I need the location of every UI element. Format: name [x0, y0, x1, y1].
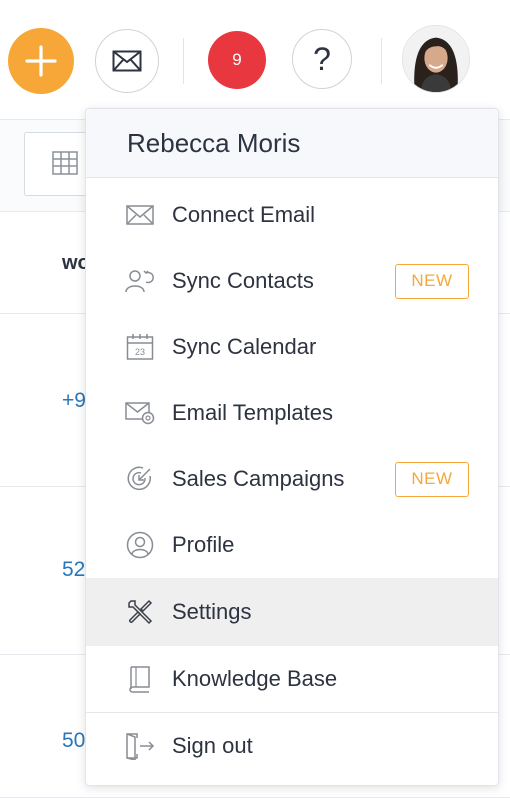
menu-item-label: Sync Contacts	[172, 268, 314, 293]
calendar-icon: 23	[125, 332, 155, 362]
menu-item-label: Email Templates	[172, 400, 333, 425]
top-bar: 9 ?	[0, 0, 510, 120]
toolbar-divider	[381, 38, 382, 84]
phone-link[interactable]: 50	[62, 729, 85, 753]
email-template-icon	[125, 398, 155, 428]
help-button[interactable]: ?	[292, 29, 352, 89]
user-name: Rebecca Moris	[127, 127, 301, 158]
menu-item-label: Settings	[172, 599, 252, 624]
profile-icon	[125, 530, 155, 560]
notification-badge[interactable]: 9	[208, 31, 266, 89]
menu-item-email-templates[interactable]: Email Templates	[86, 380, 498, 446]
toolbar-divider	[183, 38, 184, 84]
avatar[interactable]	[402, 25, 470, 93]
book-icon	[125, 664, 155, 694]
phone-link[interactable]: 52	[62, 558, 85, 582]
menu-item-sync-contacts[interactable]: Sync Contacts NEW	[86, 248, 498, 314]
new-badge: NEW	[395, 461, 469, 497]
add-button[interactable]	[8, 28, 74, 94]
user-menu-dropdown: Rebecca Moris Connect Email Sync Contact…	[85, 108, 499, 786]
menu-item-label: Sales Campaigns	[172, 466, 345, 491]
menu-item-label: Knowledge Base	[172, 666, 338, 691]
phone-link[interactable]: +9	[62, 389, 86, 413]
svg-text:23: 23	[135, 347, 145, 357]
menu-item-knowledge-base[interactable]: Knowledge Base	[86, 646, 498, 712]
menu-item-sales-campaigns[interactable]: Sales Campaigns NEW	[86, 446, 498, 512]
new-badge: NEW	[395, 263, 469, 299]
menu-item-profile[interactable]: Profile	[86, 512, 498, 578]
sync-contacts-icon	[125, 266, 155, 296]
envelope-icon	[125, 200, 155, 230]
menu-item-label: Sync Calendar	[172, 334, 317, 359]
menu-item-connect-email[interactable]: Connect Email	[86, 182, 498, 248]
menu-item-label: Sign out	[172, 733, 253, 758]
envelope-icon	[112, 50, 142, 72]
user-menu-header: Rebecca Moris	[86, 109, 498, 178]
menu-item-sign-out[interactable]: Sign out	[86, 713, 498, 779]
user-avatar-icon	[403, 26, 469, 92]
plus-icon	[25, 45, 57, 77]
sign-out-icon	[125, 731, 155, 761]
wrench-screwdriver-icon	[125, 597, 155, 627]
menu-item-sync-calendar[interactable]: 23 Sync Calendar	[86, 314, 498, 380]
mail-button[interactable]	[95, 29, 159, 93]
menu-item-settings[interactable]: Settings	[86, 578, 498, 646]
target-icon	[125, 464, 155, 494]
grid-icon	[52, 151, 78, 175]
menu-item-label: Profile	[172, 532, 235, 557]
menu-item-label: Connect Email	[172, 202, 316, 227]
